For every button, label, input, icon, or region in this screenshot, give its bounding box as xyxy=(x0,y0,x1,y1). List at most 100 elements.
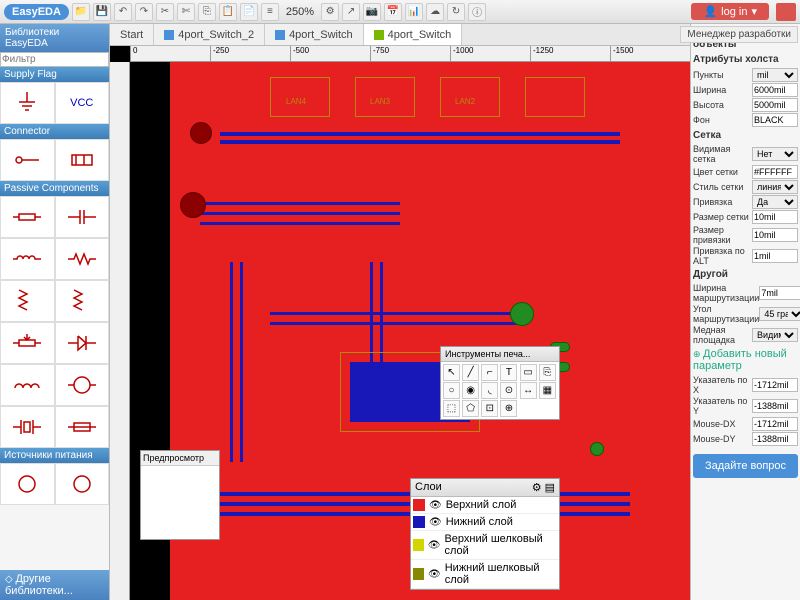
tool-origin[interactable]: ⊕ xyxy=(500,400,517,417)
tab-switch-pcb[interactable]: 4port_Switch xyxy=(364,24,463,45)
width-input[interactable] xyxy=(752,83,798,97)
snapsize-input[interactable] xyxy=(752,228,798,242)
gridcolor-input[interactable] xyxy=(752,165,798,179)
cat-supply[interactable]: Supply Flag xyxy=(0,67,109,82)
tab-start[interactable]: Start xyxy=(110,24,154,45)
units-select[interactable]: mil xyxy=(752,68,798,82)
tool-dim[interactable]: ↔ xyxy=(520,382,537,399)
comp-zz2[interactable] xyxy=(55,280,110,322)
folder-icon[interactable]: 📁 xyxy=(72,3,90,21)
cat-connector[interactable]: Connector xyxy=(0,124,109,139)
tool-copy[interactable]: ⎘ xyxy=(539,364,556,381)
calendar-icon[interactable]: 📅 xyxy=(384,3,402,21)
copy-icon[interactable]: ⎘ xyxy=(198,3,216,21)
height-input[interactable] xyxy=(752,98,798,112)
comp-res[interactable] xyxy=(0,196,55,238)
comp-pwr1[interactable] xyxy=(0,463,55,505)
layer-silk-top[interactable]: 👁Верхний шелковый слой xyxy=(411,531,559,560)
comp-fuse[interactable] xyxy=(55,406,110,448)
save-icon[interactable]: 💾 xyxy=(93,3,111,21)
chart-icon[interactable]: 📊 xyxy=(405,3,423,21)
tool-poly[interactable]: ⬠ xyxy=(462,400,479,417)
altsnap-input[interactable] xyxy=(752,249,798,263)
tool-group[interactable]: ⬚ xyxy=(443,400,460,417)
comp-pot[interactable] xyxy=(0,322,55,364)
comp-ind[interactable] xyxy=(0,238,55,280)
eye-icon[interactable]: 👁 xyxy=(429,517,442,528)
snap-select[interactable]: Да xyxy=(752,195,798,209)
other-libs-button[interactable]: ◇ Другие библиотеки... xyxy=(0,570,109,600)
gear-icon[interactable]: ⚙ ▤ xyxy=(532,481,555,494)
comp-cap[interactable] xyxy=(55,196,110,238)
pointer-x: -1712mil xyxy=(752,378,798,392)
comp-vcc[interactable]: VCC xyxy=(55,82,110,124)
gear-icon[interactable]: ⚙ xyxy=(321,3,339,21)
layer-bottom[interactable]: 👁Нижний слой xyxy=(411,514,559,531)
layers-panel[interactable]: Слои⚙ ▤ 👁Верхний слой 👁Нижний слой 👁Верх… xyxy=(410,478,560,590)
refresh-icon[interactable]: ↻ xyxy=(447,3,465,21)
copper-select[interactable]: Видим xyxy=(752,328,798,342)
routewidth-input[interactable] xyxy=(759,286,800,300)
share-icon[interactable]: ↗ xyxy=(342,3,360,21)
cut-icon[interactable]: ✂ xyxy=(156,3,174,21)
ask-question-button[interactable]: Задайте вопрос xyxy=(693,454,798,478)
ruler-vertical xyxy=(110,62,130,600)
preview-panel[interactable]: Предпросмотр xyxy=(140,450,220,540)
info-icon[interactable]: ⓘ xyxy=(468,3,486,21)
comp-gnd[interactable] xyxy=(0,82,55,124)
layer-silk-bottom[interactable]: 👁Нижний шелковый слой xyxy=(411,560,559,589)
tool-via[interactable]: ◉ xyxy=(462,382,479,399)
comp-led[interactable] xyxy=(55,364,110,406)
gridstyle-select[interactable]: линия xyxy=(752,180,798,194)
bg-input[interactable] xyxy=(752,113,798,127)
pcb-canvas[interactable]: 0-250-500-750-1000-1250-1500 LAN4 LAN3 L… xyxy=(110,46,690,600)
doc-icon[interactable]: 📄 xyxy=(240,3,258,21)
dev-manager-link[interactable]: Менеджер разработки xyxy=(680,26,798,43)
tool-arc[interactable]: ◟ xyxy=(481,382,498,399)
comp-diode[interactable] xyxy=(55,322,110,364)
tool-line[interactable]: ╱ xyxy=(462,364,479,381)
mouse-dy: -1388mil xyxy=(752,432,798,446)
tool-select[interactable]: ↖ xyxy=(443,364,460,381)
document-tabs: Start 4port_Switch_2 4port_Switch 4port_… xyxy=(110,24,690,46)
paste-icon[interactable]: 📋 xyxy=(219,3,237,21)
add-param-link[interactable]: ⊕ Добавить новый параметр xyxy=(693,346,798,374)
eye-icon[interactable]: 👁 xyxy=(428,569,441,580)
scissors-icon[interactable]: ✄ xyxy=(177,3,195,21)
layer-top[interactable]: 👁Верхний слой xyxy=(411,497,559,514)
routeangle-select[interactable]: 45 град xyxy=(759,307,800,321)
comp-coil[interactable] xyxy=(0,364,55,406)
redo-icon[interactable]: ↷ xyxy=(135,3,153,21)
pcb-tools-panel[interactable]: Инструменты печа... ↖ ╱ ⌐ T ▭ ⎘ ○ ◉ ◟ ⊙ … xyxy=(440,346,560,420)
login-button[interactable]: 👤 log in ▾ xyxy=(691,3,769,20)
camera-icon[interactable]: 📷 xyxy=(363,3,381,21)
zoom-level[interactable]: 250% xyxy=(282,6,318,18)
cloud-icon[interactable]: ☁ xyxy=(426,3,444,21)
eye-icon[interactable]: 👁 xyxy=(428,540,441,551)
tab-switch-sch[interactable]: 4port_Switch xyxy=(265,24,364,45)
cat-power[interactable]: Источники питания xyxy=(0,448,109,463)
comp-conn2[interactable] xyxy=(55,139,110,181)
tool-route[interactable]: ⌐ xyxy=(481,364,498,381)
comp-pwr2[interactable] xyxy=(55,463,110,505)
comp-zz1[interactable] xyxy=(0,280,55,322)
filter-input[interactable] xyxy=(0,52,109,67)
comp-res2[interactable] xyxy=(55,238,110,280)
tool-img[interactable]: ▦ xyxy=(539,382,556,399)
gridsize-input[interactable] xyxy=(752,210,798,224)
tool-hole[interactable]: ⊙ xyxy=(500,382,517,399)
comp-conn1[interactable] xyxy=(0,139,55,181)
tool-conn[interactable]: ⊡ xyxy=(481,400,498,417)
align-icon[interactable]: ≡ xyxy=(261,3,279,21)
app-logo[interactable]: EasyEDA xyxy=(4,4,69,20)
tool-rect[interactable]: ▭ xyxy=(520,364,537,381)
tool-pad[interactable]: ○ xyxy=(443,382,460,399)
comp-xtal[interactable] xyxy=(0,406,55,448)
eye-icon[interactable]: 👁 xyxy=(429,500,442,511)
cat-passive[interactable]: Passive Components xyxy=(0,181,109,196)
tab-switch2[interactable]: 4port_Switch_2 xyxy=(154,24,265,45)
tool-text[interactable]: T xyxy=(500,364,517,381)
undo-icon[interactable]: ↶ xyxy=(114,3,132,21)
gridvis-select[interactable]: Нет xyxy=(752,147,798,161)
menu-button[interactable] xyxy=(776,3,796,21)
